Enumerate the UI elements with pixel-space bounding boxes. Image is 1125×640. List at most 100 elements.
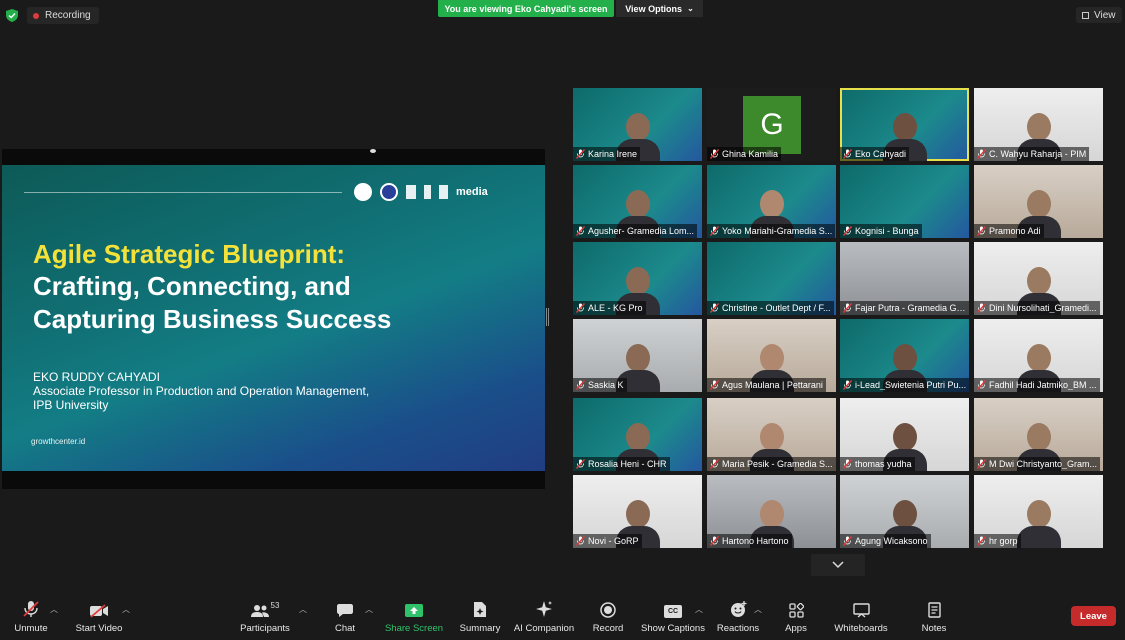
- participant-tile[interactable]: Dini Nursolihati_Gramedi...: [974, 242, 1103, 315]
- participant-tile[interactable]: hr gorp: [974, 475, 1103, 548]
- participant-head: [892, 423, 917, 451]
- recording-dot-icon: [33, 12, 39, 19]
- participant-name-label: Dini Nursolihati_Gramedi...: [974, 301, 1100, 315]
- captions-caret-icon[interactable]: ︿: [695, 604, 703, 615]
- notes-label: Notes: [921, 623, 947, 634]
- participant-head: [892, 500, 917, 528]
- muted-mic-icon: [977, 380, 986, 390]
- chat-button[interactable]: Chat: [330, 592, 360, 640]
- meeting-toolbar: Unmute ︿ Start Video ︿ 53 Participants ︿…: [0, 592, 1125, 640]
- participants-button[interactable]: 53 Participants: [240, 592, 290, 640]
- participant-tile[interactable]: Pramono Adi: [974, 165, 1103, 238]
- participant-tile[interactable]: Saskia K: [573, 319, 702, 392]
- whiteboard-icon: [852, 603, 870, 618]
- muted-mic-icon: [843, 226, 852, 236]
- participant-tile[interactable]: Christine - Outlet Dept / F...: [707, 242, 836, 315]
- participant-head: [759, 500, 784, 528]
- participant-tile[interactable]: Rosalia Heni - CHR: [573, 398, 702, 471]
- participant-tile[interactable]: Fajar Putra - Gramedia Ga...: [840, 242, 969, 315]
- muted-mic-icon: [977, 226, 986, 236]
- view-button[interactable]: View: [1076, 7, 1122, 23]
- reactions-label: Reactions: [716, 623, 760, 634]
- participant-name: Fadhil Hadi Jatmiko_BM ...: [989, 380, 1097, 390]
- chat-caret-icon[interactable]: ︿: [365, 604, 373, 615]
- share-screen-button[interactable]: Share Screen: [385, 592, 443, 640]
- participant-name: ALE - KG Pro: [588, 303, 643, 313]
- participant-head: [1026, 423, 1051, 451]
- recording-indicator[interactable]: Recording: [27, 7, 99, 24]
- participant-name-label: Fajar Putra - Gramedia Ga...: [840, 301, 969, 315]
- participant-name-label: Kognisi - Bunga: [840, 224, 922, 238]
- participant-tile[interactable]: C. Wahyu Raharja - PIM: [974, 88, 1103, 161]
- panel-splitter-handle[interactable]: [546, 308, 549, 326]
- show-captions-label: Show Captions: [641, 623, 705, 634]
- unmute-button[interactable]: Unmute: [10, 592, 52, 640]
- participant-name: Eko Cahyadi: [855, 149, 907, 159]
- participant-body: [1016, 526, 1061, 548]
- muted-mic-icon: [843, 380, 852, 390]
- participant-tile[interactable]: Kognisi - Bunga: [840, 165, 969, 238]
- show-captions-button[interactable]: CC Show Captions: [641, 592, 705, 640]
- slide-divider-line: [24, 192, 342, 193]
- participant-tile[interactable]: M Dwi Christyanto_Gram...: [974, 398, 1103, 471]
- security-shield-icon[interactable]: [6, 9, 18, 22]
- participants-caret-icon[interactable]: ︿: [299, 604, 307, 615]
- participants-count: 53: [270, 601, 280, 610]
- audio-options-caret-icon[interactable]: ︿: [50, 604, 58, 615]
- summary-button[interactable]: Summary: [458, 592, 502, 640]
- participant-tile[interactable]: thomas yudha: [840, 398, 969, 471]
- participant-tile[interactable]: ALE - KG Pro: [573, 242, 702, 315]
- participant-name-label: Hartono Hartono: [707, 534, 792, 548]
- participant-tile[interactable]: Agusher- Gramedia Lom...: [573, 165, 702, 238]
- muted-mic-icon: [576, 303, 585, 313]
- participant-name-label: M Dwi Christyanto_Gram...: [974, 457, 1101, 471]
- participant-name: i-Lead_Swietenia Putri Pu...: [855, 380, 967, 390]
- view-options-button[interactable]: View Options ⌄: [616, 0, 703, 17]
- brand-a-logo-icon: [406, 185, 416, 199]
- muted-mic-icon: [843, 303, 852, 313]
- muted-mic-icon: [977, 303, 986, 313]
- participant-name-label: Karina Irene: [573, 147, 641, 161]
- participant-tile[interactable]: Yoko Mariahi-Gramedia S...: [707, 165, 836, 238]
- muted-mic-icon: [843, 459, 852, 469]
- participant-head: [1026, 267, 1051, 295]
- record-button[interactable]: Record: [590, 592, 626, 640]
- kognisi-logo-icon: [424, 185, 431, 199]
- participant-tile[interactable]: Fadhil Hadi Jatmiko_BM ...: [974, 319, 1103, 392]
- muted-mic-icon: [977, 459, 986, 469]
- crest-logo-icon: [439, 185, 448, 199]
- video-off-icon: [90, 604, 108, 618]
- chat-icon: [337, 604, 353, 617]
- leave-button[interactable]: Leave: [1071, 606, 1116, 626]
- notes-icon: [927, 602, 941, 618]
- muted-mic-icon: [576, 149, 585, 159]
- start-video-button[interactable]: Start Video: [76, 592, 122, 640]
- participant-tile[interactable]: Maria Pesik - Gramedia S...: [707, 398, 836, 471]
- video-options-caret-icon[interactable]: ︿: [122, 604, 130, 615]
- participant-name-label: Novi - GoRP: [573, 534, 642, 548]
- participant-tile[interactable]: i-Lead_Swietenia Putri Pu...: [840, 319, 969, 392]
- ai-companion-button[interactable]: AI Companion: [514, 592, 574, 640]
- participant-tile[interactable]: Agung Wicaksono: [840, 475, 969, 548]
- participant-tile[interactable]: Novi - GoRP: [573, 475, 702, 548]
- participant-tile[interactable]: Hartono Hartono: [707, 475, 836, 548]
- participant-tile[interactable]: Agus Maulana | Pettarani: [707, 319, 836, 392]
- participant-head: [625, 267, 650, 295]
- apps-button[interactable]: Apps: [782, 592, 810, 640]
- grid-scroll-down-button[interactable]: [811, 554, 865, 576]
- notes-button[interactable]: Notes: [918, 592, 950, 640]
- participant-tile[interactable]: Eko Cahyadi: [840, 88, 969, 161]
- share-screen-icon: [405, 604, 423, 617]
- whiteboards-button[interactable]: Whiteboards: [832, 592, 890, 640]
- summary-label: Summary: [459, 623, 501, 634]
- reactions-icon: [730, 601, 746, 617]
- participant-name-label: ALE - KG Pro: [573, 301, 646, 315]
- participant-name: Saskia K: [588, 380, 624, 390]
- reactions-caret-icon[interactable]: ︿: [754, 604, 762, 615]
- view-options-label: View Options: [625, 3, 683, 14]
- share-handle-dot[interactable]: [370, 149, 376, 153]
- reactions-button[interactable]: Reactions: [716, 592, 760, 640]
- muted-mic-icon: [710, 149, 719, 159]
- participant-tile[interactable]: Karina Irene: [573, 88, 702, 161]
- participant-tile[interactable]: G Ghina Kamilia: [707, 88, 836, 161]
